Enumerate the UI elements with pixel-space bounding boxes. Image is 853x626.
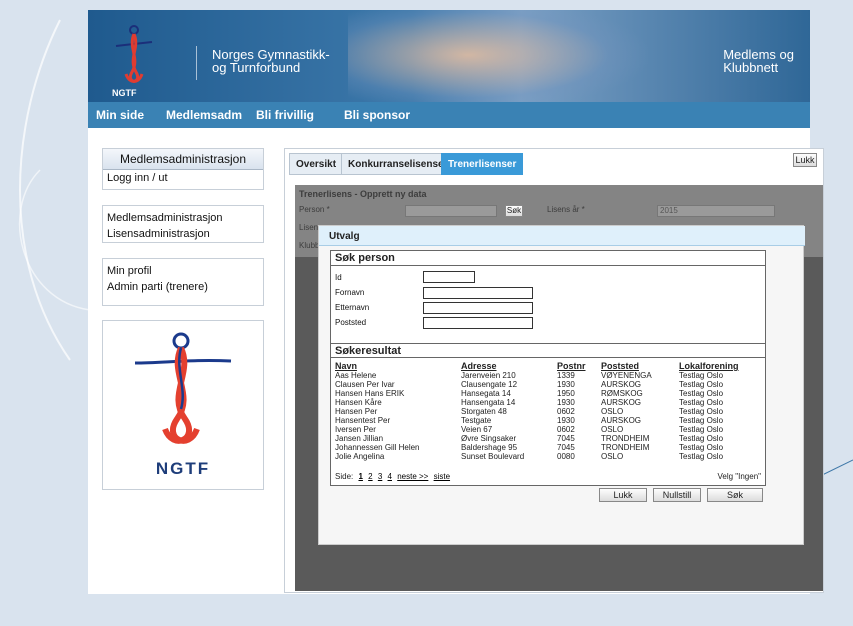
pager: Side: 1 2 3 4 neste >> siste: [335, 472, 451, 481]
fornavn-input[interactable]: [423, 287, 533, 299]
person-sok-button[interactable]: Søk: [505, 205, 523, 217]
nav-bli-sponsor[interactable]: Bli sponsor: [344, 108, 410, 122]
sidebar-profile-box: Min profil Admin parti (trenere): [102, 258, 264, 306]
results-section-title: Søkeresultat: [331, 343, 765, 358]
id-label: Id: [335, 273, 342, 282]
nav-bli-frivillig[interactable]: Bli frivillig: [256, 108, 314, 122]
page-3[interactable]: 3: [378, 472, 382, 481]
sidebar-logo-text: NGTF: [155, 459, 211, 478]
lukk-top-button[interactable]: Lukk: [793, 153, 817, 167]
search-section-title: Søk person: [331, 251, 765, 266]
fornavn-label: Fornavn: [335, 288, 365, 297]
main-nav: Min side Medlemsadm Bli frivillig Bli sp…: [88, 102, 810, 128]
table-cell: Sunset Boulevard: [461, 452, 525, 461]
etternavn-label: Etternavn: [335, 303, 370, 312]
sidebar-admin-box: Medlemsadministrasjon Lisensadministrasj…: [102, 205, 264, 243]
lisens-ar-field[interactable]: 2015: [657, 205, 775, 217]
dialog-lukk-button[interactable]: Lukk: [599, 488, 647, 502]
poststed-label: Poststed: [335, 318, 367, 327]
last-page-link[interactable]: siste: [434, 472, 450, 481]
site-tagline: Medlems og Klubbnett: [723, 47, 794, 75]
dialog-sok-button[interactable]: Søk: [707, 488, 763, 502]
next-page-link[interactable]: neste >>: [397, 472, 428, 481]
form-title: Trenerlisens - Opprett ny data: [299, 189, 427, 199]
ngtf-large-logo-icon: [134, 332, 232, 444]
col-navn[interactable]: Navn: [335, 361, 357, 371]
sidebar-login-box: Medlemsadministrasjon Logg inn / ut: [102, 148, 264, 190]
nav-min-side[interactable]: Min side: [96, 108, 144, 122]
sidebar-item-min-profil[interactable]: Min profil: [103, 263, 263, 279]
lisens-ar-label: Lisens år *: [547, 205, 585, 214]
tab-trenerlisenser[interactable]: Trenerlisenser: [441, 153, 524, 175]
table-cell: Testlag Oslo: [679, 452, 724, 461]
lisens-label: Lisen: [299, 223, 319, 232]
etternavn-input[interactable]: [423, 302, 533, 314]
col-postnr[interactable]: Postnr: [557, 361, 586, 371]
person-field[interactable]: [405, 205, 497, 217]
ngtf-logo-icon[interactable]: [114, 24, 154, 90]
table-cell: OSLO: [601, 452, 624, 461]
velg-ingen-link[interactable]: Velg "Ingen": [718, 472, 762, 481]
sidebar-item-logg-inn[interactable]: Logg inn / ut: [103, 170, 263, 186]
table-cell: 0080: [557, 452, 575, 461]
org-name: Norges Gymnastikk-og Turnforbund: [212, 47, 330, 75]
nav-medlemsadm[interactable]: Medlemsadm: [166, 108, 242, 122]
page-4[interactable]: 4: [388, 472, 392, 481]
sidebar-logo: NGTF: [102, 320, 264, 490]
poststed-input[interactable]: [423, 317, 533, 329]
col-poststed[interactable]: Poststed: [601, 361, 639, 371]
klubb-label: Klubb: [299, 241, 320, 250]
sidebar-item-medlemsadministrasjon[interactable]: Medlemsadministrasjon: [103, 210, 263, 226]
page-1[interactable]: 1: [358, 472, 362, 481]
tab-konkurranselisenser[interactable]: Konkurranselisenser: [341, 153, 455, 175]
sidebar-title: Medlemsadministrasjon: [103, 149, 263, 170]
page-2[interactable]: 2: [368, 472, 372, 481]
dialog-title: Utvalg: [319, 226, 805, 246]
dialog-body: Søk person Id Fornavn Etternavn Poststed…: [330, 250, 766, 486]
sidebar-item-lisensadministrasjon[interactable]: Lisensadministrasjon: [103, 226, 263, 242]
header-logo-text: NGTF: [112, 88, 137, 98]
tab-oversikt[interactable]: Oversikt: [289, 153, 344, 175]
col-lokalforening[interactable]: Lokalforening: [679, 361, 739, 371]
id-input[interactable]: [423, 271, 475, 283]
sidebar-item-admin-parti[interactable]: Admin parti (trenere): [103, 279, 263, 295]
col-adresse[interactable]: Adresse: [461, 361, 497, 371]
site-header: NGTF Norges Gymnastikk-og Turnforbund Me…: [88, 10, 810, 102]
table-row[interactable]: Jolie Angelina Sunset Boulevard 0080 OSLO Te…: [331, 452, 765, 462]
person-label: Person *: [299, 205, 330, 214]
dialog-nullstill-button[interactable]: Nullstill: [653, 488, 701, 502]
table-cell: Jolie Angelina: [335, 452, 385, 461]
utvalg-dialog: Utvalg Søk person Id Fornavn Etternavn P…: [318, 225, 805, 545]
